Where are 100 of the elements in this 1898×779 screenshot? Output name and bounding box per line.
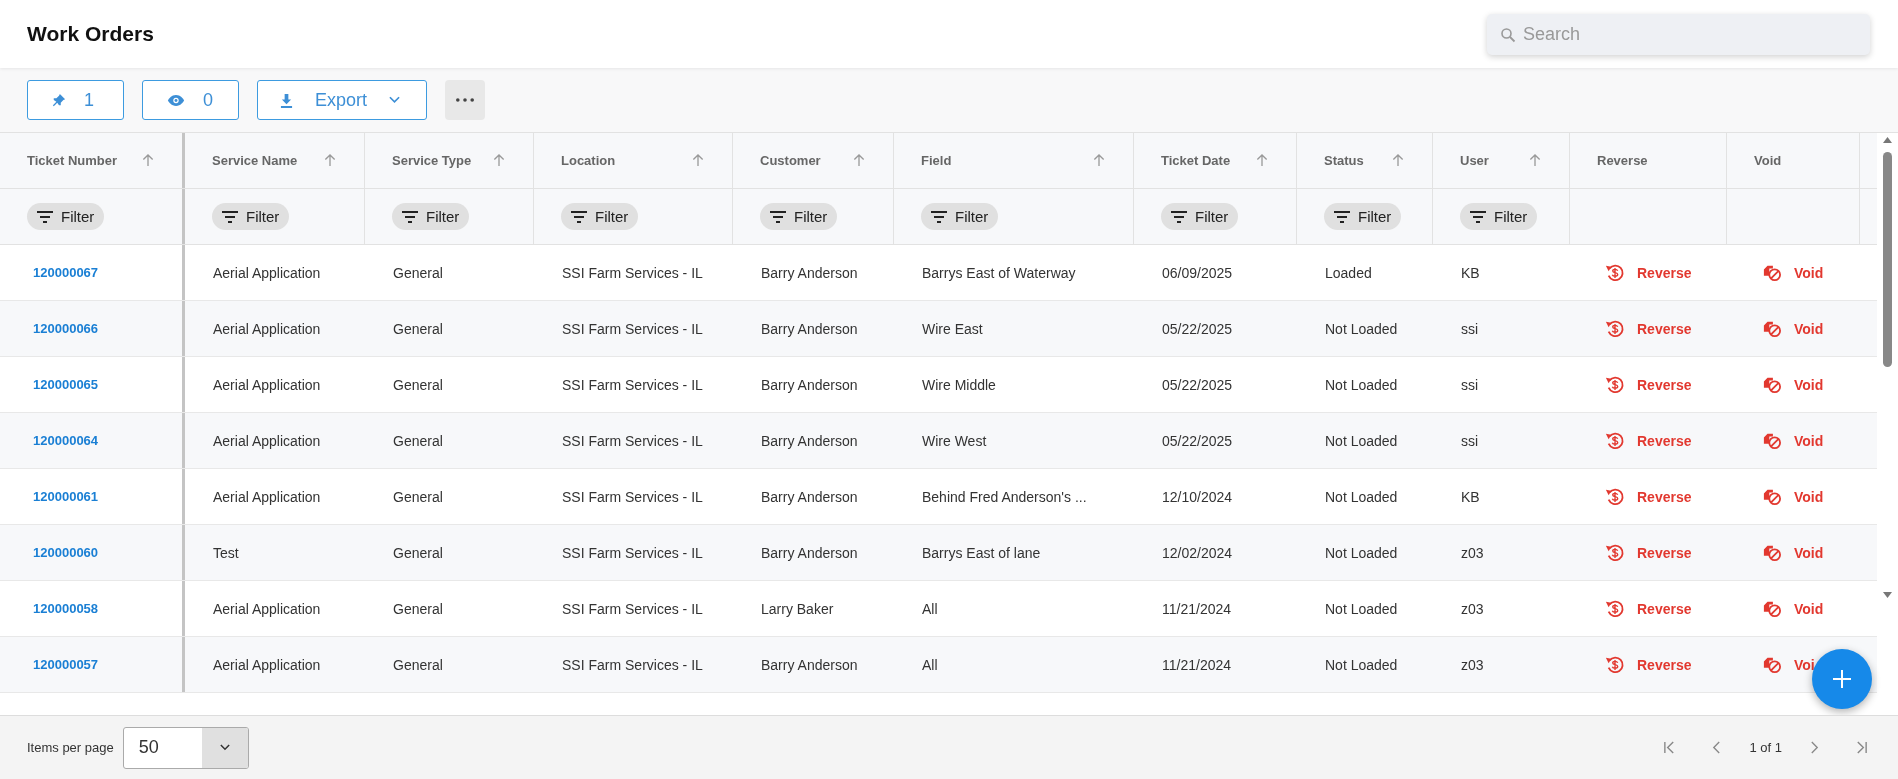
- export-button[interactable]: Export: [257, 80, 427, 120]
- reverse-button[interactable]: Reverse: [1605, 598, 1692, 619]
- column-header[interactable]: Service Name: [212, 153, 298, 168]
- table-cell: General: [393, 488, 443, 505]
- table-cell: 06/09/2025: [1162, 264, 1233, 281]
- column-header[interactable]: Customer: [760, 153, 821, 168]
- ticket-number-link[interactable]: 120000067: [33, 265, 99, 280]
- reverse-button[interactable]: Reverse: [1605, 318, 1692, 339]
- reverse-button[interactable]: Reverse: [1605, 486, 1692, 507]
- column-header[interactable]: Void: [1754, 153, 1782, 168]
- sort-arrow-icon[interactable]: [493, 154, 505, 167]
- table-cell: Barry Anderson: [761, 320, 858, 337]
- table-cell: Wire Middle: [922, 376, 996, 393]
- table-cell: General: [393, 264, 443, 281]
- more-button[interactable]: [445, 80, 485, 120]
- void-button[interactable]: Void: [1762, 263, 1824, 282]
- table-cell: General: [393, 320, 443, 337]
- pinned-columns-button[interactable]: 1: [27, 80, 124, 120]
- table-cell: Barry Anderson: [761, 432, 858, 449]
- void-button[interactable]: Void: [1762, 599, 1824, 618]
- table-cell: Barry Anderson: [761, 656, 858, 673]
- add-button[interactable]: [1812, 649, 1872, 709]
- filter-chip[interactable]: Filter: [392, 203, 470, 230]
- sort-arrow-icon[interactable]: [142, 154, 154, 167]
- void-button[interactable]: Void: [1762, 543, 1824, 562]
- table-cell: Aerial Application: [213, 376, 321, 393]
- search-field[interactable]: Search: [1487, 13, 1870, 55]
- table-cell: Aerial Application: [213, 432, 321, 449]
- ticket-number-link[interactable]: 120000058: [33, 601, 99, 616]
- pin-icon: [52, 93, 66, 107]
- reverse-button[interactable]: Reverse: [1605, 654, 1692, 675]
- filter-chip[interactable]: Filter: [212, 203, 290, 230]
- ticket-number-link[interactable]: 120000060: [33, 545, 99, 560]
- table-cell: KB: [1461, 488, 1480, 505]
- first-page-icon[interactable]: [1663, 741, 1677, 754]
- ticket-number-link[interactable]: 120000061: [33, 489, 99, 504]
- table-cell: General: [393, 600, 443, 617]
- void-button[interactable]: Voi: [1762, 655, 1815, 674]
- filter-icon: [1334, 210, 1350, 223]
- table-cell: z03: [1461, 656, 1484, 673]
- sort-arrow-icon[interactable]: [853, 154, 865, 167]
- last-page-icon[interactable]: [1855, 741, 1868, 754]
- previous-page-icon[interactable]: [1712, 741, 1722, 754]
- next-page-icon[interactable]: [1810, 741, 1819, 754]
- filter-chip[interactable]: Filter: [1460, 203, 1538, 230]
- table-cell: General: [393, 432, 443, 449]
- filter-chip[interactable]: Filter: [561, 203, 639, 230]
- column-header[interactable]: Status: [1324, 153, 1364, 168]
- table-cell: SSI Farm Services - IL: [562, 264, 703, 281]
- column-header[interactable]: Location: [561, 153, 616, 168]
- void-button[interactable]: Void: [1762, 487, 1824, 506]
- filter-chip[interactable]: Filter: [1324, 203, 1402, 230]
- column-header[interactable]: Ticket Number: [27, 153, 118, 168]
- column-header[interactable]: Service Type: [392, 153, 472, 168]
- table-cell: SSI Farm Services - IL: [562, 320, 703, 337]
- filter-chip[interactable]: Filter: [27, 203, 105, 230]
- sort-arrow-icon[interactable]: [1093, 154, 1105, 167]
- download-icon: [280, 92, 293, 108]
- ticket-number-link[interactable]: 120000065: [33, 377, 99, 392]
- void-ticket-icon: [1762, 487, 1782, 506]
- ticket-number-link[interactable]: 120000064: [33, 433, 99, 448]
- table-cell: 12/02/2024: [1162, 544, 1233, 561]
- refund-icon: [1605, 430, 1625, 451]
- void-button[interactable]: Void: [1762, 375, 1824, 394]
- reverse-button[interactable]: Reverse: [1605, 374, 1692, 395]
- column-header[interactable]: User: [1460, 153, 1489, 168]
- table-cell: Test: [213, 544, 239, 561]
- table-cell: 11/21/2024: [1162, 656, 1232, 673]
- filter-chip[interactable]: Filter: [1161, 203, 1239, 230]
- table-cell: Larry Baker: [761, 600, 834, 617]
- reverse-button[interactable]: Reverse: [1605, 262, 1692, 283]
- reverse-button[interactable]: Reverse: [1605, 542, 1692, 563]
- void-ticket-icon: [1762, 599, 1782, 618]
- sort-arrow-icon[interactable]: [692, 154, 704, 167]
- void-button[interactable]: Void: [1762, 319, 1824, 338]
- sort-arrow-icon[interactable]: [1392, 154, 1404, 167]
- sort-arrow-icon[interactable]: [1256, 154, 1268, 167]
- items-per-page-select[interactable]: 50: [122, 726, 249, 769]
- table-cell: Not Loaded: [1325, 488, 1398, 505]
- table-cell: Aerial Application: [213, 320, 321, 337]
- column-header[interactable]: Reverse: [1597, 153, 1648, 168]
- visible-columns-button[interactable]: 0: [142, 80, 239, 120]
- reverse-button[interactable]: Reverse: [1605, 430, 1692, 451]
- void-button[interactable]: Void: [1762, 431, 1824, 450]
- table-cell: Barry Anderson: [761, 264, 858, 281]
- filter-chip[interactable]: Filter: [921, 203, 999, 230]
- table-cell: SSI Farm Services - IL: [562, 544, 703, 561]
- column-header[interactable]: Ticket Date: [1161, 153, 1231, 168]
- table-cell: Barrys East of lane: [922, 544, 1041, 561]
- ticket-number-link[interactable]: 120000057: [33, 657, 99, 672]
- filter-chip[interactable]: Filter: [760, 203, 838, 230]
- table-cell: SSI Farm Services - IL: [562, 432, 703, 449]
- column-header[interactable]: Field: [921, 153, 952, 168]
- table-cell: General: [393, 376, 443, 393]
- void-ticket-icon: [1762, 655, 1782, 674]
- ticket-number-link[interactable]: 120000066: [33, 321, 99, 336]
- table-cell: 05/22/2025: [1162, 376, 1233, 393]
- table-cell: All: [922, 656, 938, 673]
- sort-arrow-icon[interactable]: [324, 154, 336, 167]
- sort-arrow-icon[interactable]: [1529, 154, 1541, 167]
